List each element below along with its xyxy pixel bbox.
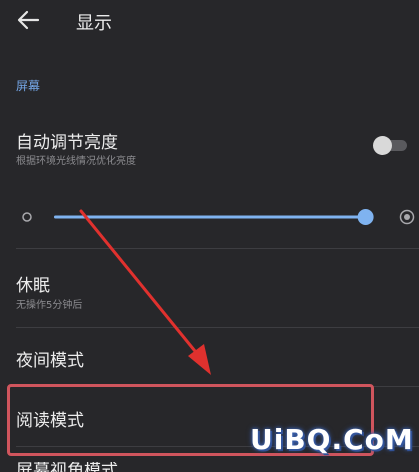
- auto-brightness-description: 根据环境光线情况优化亮度: [16, 156, 136, 167]
- next-setting-label: 屏幕视角模式: [16, 462, 118, 472]
- back-arrow-icon[interactable]: [16, 9, 40, 31]
- page-title: 显示: [76, 13, 112, 34]
- divider: [16, 327, 419, 328]
- slider-thumb[interactable]: [357, 209, 374, 225]
- sleep-label: 休眠: [16, 276, 50, 296]
- app-bar: 显示: [0, 0, 419, 44]
- auto-brightness-label: 自动调节亮度: [16, 133, 118, 153]
- watermark-logo: UiBQ.CoM: [250, 423, 414, 456]
- slider-fill: [54, 215, 366, 219]
- brightness-slider[interactable]: [16, 204, 417, 230]
- brightness-high-icon: [399, 209, 415, 225]
- divider: [16, 248, 419, 249]
- auto-brightness-toggle[interactable]: [373, 136, 407, 155]
- night-mode-label: 夜间模式: [16, 351, 84, 371]
- brightness-low-icon: [22, 212, 32, 222]
- sleep-description: 无操作5分钟后: [16, 300, 83, 311]
- toggle-thumb: [373, 136, 392, 155]
- section-header-screen: 屏幕: [16, 79, 41, 93]
- next-setting-row[interactable]: 屏幕视角模式: [16, 462, 118, 472]
